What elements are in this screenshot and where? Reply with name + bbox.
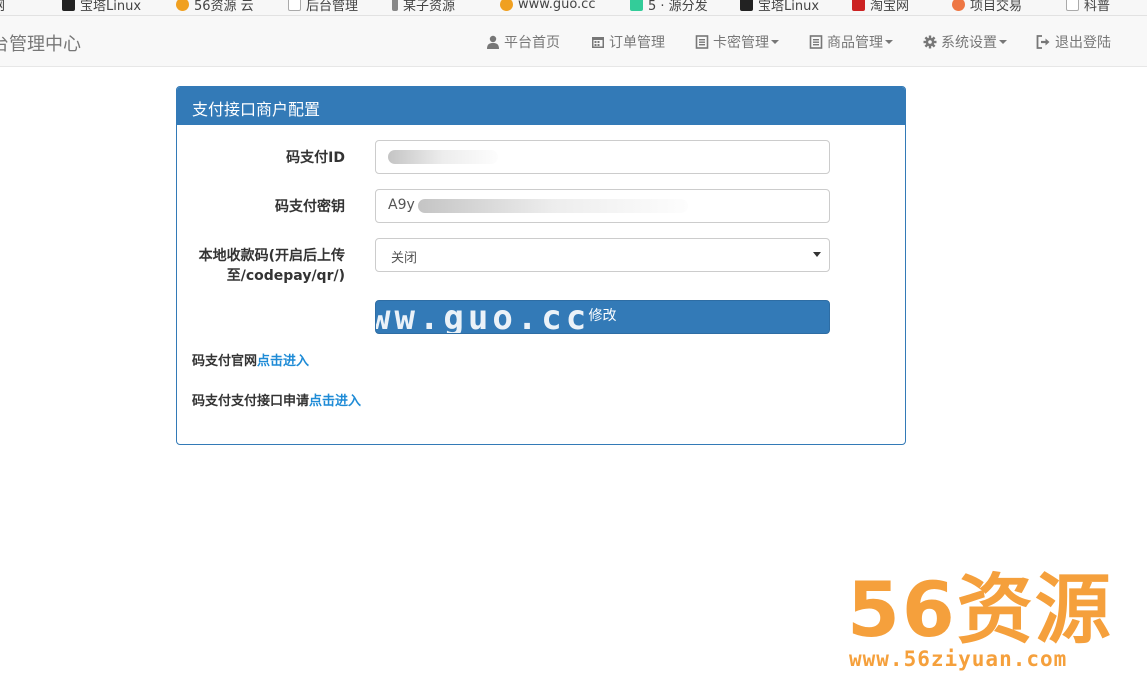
site-icon xyxy=(500,0,513,11)
submit-button[interactable]: 修改 ww.guo.cc xyxy=(375,300,830,334)
bookmark-label: www.guo.cc xyxy=(518,0,596,12)
bookmark-item[interactable]: 56资源 云 xyxy=(176,0,254,14)
bookmark-label: 56资源 云 xyxy=(194,0,254,14)
gear-icon xyxy=(923,35,937,48)
official-site-link[interactable]: 点击进入 xyxy=(257,354,309,369)
calendar-icon xyxy=(592,36,604,48)
log-out-icon xyxy=(1036,34,1050,49)
caret-down-icon xyxy=(999,39,1007,44)
page-icon xyxy=(288,0,301,11)
local-qr-label: 本地收款码(开启后上传 至/codepay/qr/) xyxy=(177,246,345,286)
nav-item-label: 退出登陆 xyxy=(1055,34,1111,51)
watermark-url: www.56ziyuan.com xyxy=(849,647,1068,671)
site-icon xyxy=(630,0,643,11)
nav-item-logout[interactable]: 退出登陆 xyxy=(1036,16,1111,67)
bookmark-item[interactable]: 宝塔Linux xyxy=(62,0,141,14)
nav-item-label: 卡密管理 xyxy=(713,34,769,51)
terminal-icon xyxy=(740,0,753,11)
bookmarks-bar: 网 宝塔Linux 56资源 云 后台管理 某子资源 www.guo.cc 5 … xyxy=(0,0,1147,16)
local-qr-label-line2: 至/codepay/qr/) xyxy=(226,268,345,284)
redaction-blur xyxy=(388,150,498,164)
bookmark-label: 科普 xyxy=(1084,0,1111,14)
bookmark-item[interactable]: 5 · 源分发 xyxy=(630,0,708,14)
page-icon xyxy=(1066,0,1079,11)
pay-key-label: 码支付密钥 xyxy=(275,199,345,215)
bookmark-label: 网 xyxy=(0,0,5,14)
bookmark-label: 项目交易 xyxy=(970,0,1023,14)
local-qr-label-line1: 本地收款码(开启后上传 xyxy=(198,248,345,264)
list-alt-icon xyxy=(695,34,709,49)
nav-item-goods[interactable]: 商品管理 xyxy=(809,16,893,67)
apply-interface-text: 码支付支付接口申请 xyxy=(192,394,310,409)
bookmark-label: 宝塔Linux xyxy=(758,0,820,14)
nav-item-settings[interactable]: 系统设置 xyxy=(923,16,1007,67)
bookmark-item[interactable]: www.guo.cc xyxy=(500,0,595,14)
bookmark-label: 后台管理 xyxy=(306,0,359,14)
nav-item-cards[interactable]: 卡密管理 xyxy=(695,16,779,67)
pay-key-value: A9y xyxy=(388,197,415,213)
local-qr-select[interactable]: 关闭 xyxy=(375,238,830,272)
user-icon xyxy=(487,35,499,49)
official-site-row: 码支付官网点击进入 xyxy=(192,350,309,369)
site-icon xyxy=(952,0,965,11)
official-site-text: 码支付官网 xyxy=(192,354,258,369)
nav-item-label: 平台首页 xyxy=(504,34,560,51)
bookmark-item[interactable]: 某子资源 xyxy=(392,0,455,14)
bookmark-item[interactable]: 宝塔Linux xyxy=(740,0,819,14)
apply-interface-row: 码支付支付接口申请点击进入 xyxy=(192,390,361,409)
pay-key-field[interactable]: A9y xyxy=(375,189,830,223)
caret-down-icon xyxy=(771,39,779,44)
bookmark-item[interactable]: 网 xyxy=(0,0,5,14)
submit-button-label: 修改 xyxy=(588,308,617,324)
bookmark-label: 某子资源 xyxy=(403,0,456,14)
panel-title: 支付接口商户配置 xyxy=(177,87,905,125)
pay-id-field[interactable] xyxy=(375,140,830,174)
bookmark-item[interactable]: 科普 xyxy=(1066,0,1110,14)
site-icon xyxy=(176,0,189,11)
watermark-overlay: ww.guo.cc xyxy=(375,300,591,334)
watermark-logo: 56资源 xyxy=(847,565,1113,654)
apply-interface-link[interactable]: 点击进入 xyxy=(309,394,361,409)
nav-item-home[interactable]: 平台首页 xyxy=(486,16,560,67)
local-qr-selected-value: 关闭 xyxy=(391,251,418,266)
nav-item-label: 系统设置 xyxy=(941,34,997,51)
top-navbar: 台管理中心 平台首页 订单管理 卡密管理 商品管理 系统设置 退出登陆 xyxy=(0,16,1147,67)
nav-item-orders[interactable]: 订单管理 xyxy=(591,16,665,67)
redaction-blur xyxy=(418,199,688,213)
terminal-icon xyxy=(62,0,75,11)
chevron-down-icon xyxy=(813,252,821,257)
nav-item-label: 订单管理 xyxy=(609,34,665,51)
bookmark-item[interactable]: 项目交易 xyxy=(952,0,1022,14)
nav-item-label: 商品管理 xyxy=(827,34,883,51)
taobao-icon xyxy=(852,0,865,11)
pay-id-label: 码支付ID xyxy=(286,150,345,166)
bookmark-label: 淘宝网 xyxy=(870,0,910,14)
bookmark-item[interactable]: 后台管理 xyxy=(288,0,358,14)
caret-down-icon xyxy=(885,39,893,44)
merchant-config-panel: 支付接口商户配置 码支付ID 码支付密钥 A9y 本地收款码(开启后上传 至/c… xyxy=(176,86,906,445)
bookmark-label: 宝塔Linux xyxy=(80,0,142,14)
pin-icon xyxy=(392,0,398,11)
brand-title[interactable]: 台管理中心 xyxy=(0,30,81,56)
bookmark-label: 5 · 源分发 xyxy=(648,0,708,14)
list-alt-icon xyxy=(809,34,823,49)
bookmark-item[interactable]: 淘宝网 xyxy=(852,0,909,14)
